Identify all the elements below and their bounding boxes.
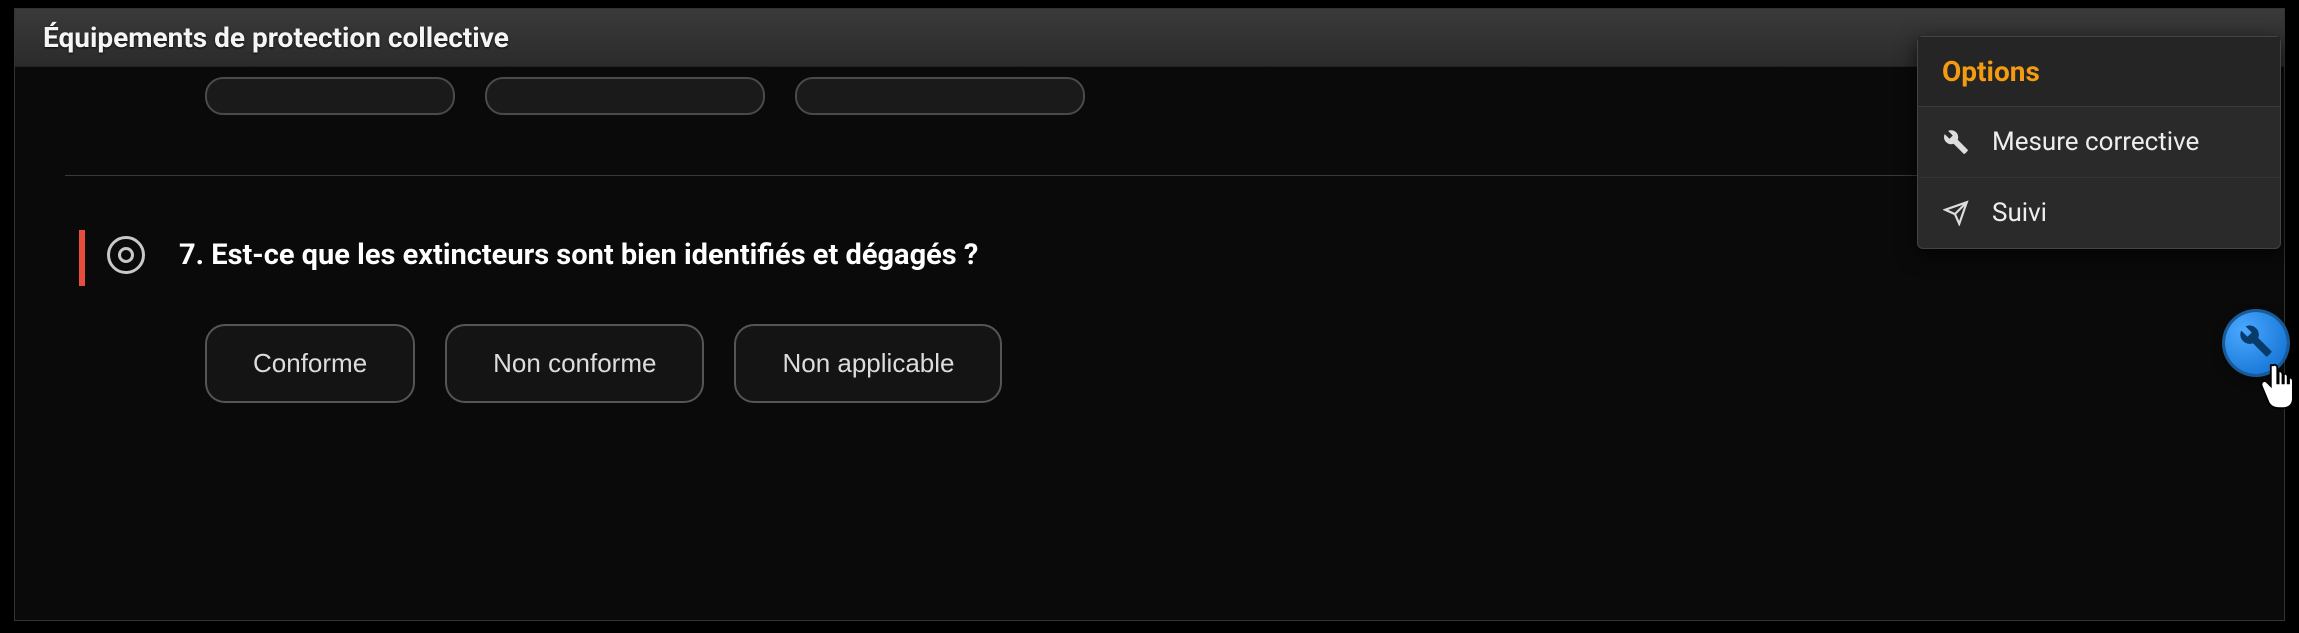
options-item-mesure-corrective[interactable]: Mesure corrective	[1918, 107, 2280, 178]
question-text: 7. Est-ce que les extincteurs sont bien …	[179, 238, 978, 272]
wrench-icon	[2239, 324, 2273, 362]
options-item-suivi[interactable]: Suivi	[1918, 178, 2280, 248]
radio-inner	[118, 247, 134, 263]
answer-button-ghost[interactable]	[795, 77, 1085, 115]
options-fab-button[interactable]	[2225, 312, 2287, 374]
answer-non-applicable-button[interactable]: Non applicable	[734, 324, 1002, 403]
answer-button-ghost[interactable]	[205, 77, 455, 115]
answer-non-conforme-button[interactable]: Non conforme	[445, 324, 704, 403]
question-radio-indicator[interactable]	[107, 236, 145, 274]
options-item-label: Suivi	[1992, 198, 2047, 228]
send-icon	[1942, 199, 1970, 227]
panel-title: Équipements de protection collective	[43, 21, 509, 54]
options-header: Options	[1918, 37, 2280, 107]
options-item-label: Mesure corrective	[1992, 127, 2199, 157]
required-marker	[79, 230, 85, 286]
answer-conforme-button[interactable]: Conforme	[205, 324, 415, 403]
divider	[65, 175, 2234, 176]
tools-icon	[1942, 128, 1970, 156]
answer-buttons: Conforme Non conforme Non applicable	[15, 324, 2284, 403]
options-popup: Options Mesure corrective Suivi	[1917, 36, 2281, 249]
answer-button-ghost[interactable]	[485, 77, 765, 115]
